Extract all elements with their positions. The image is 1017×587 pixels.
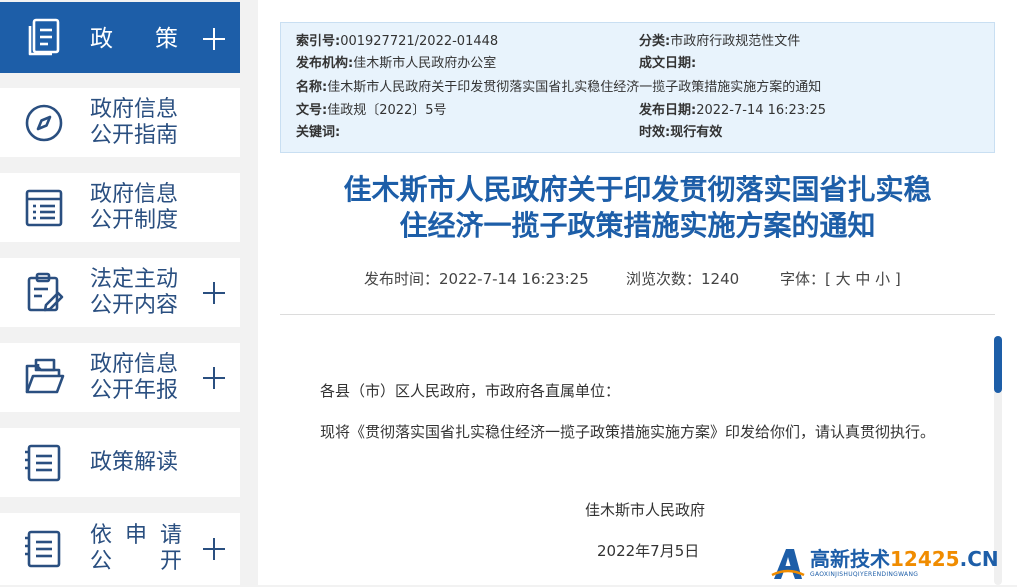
watermark-text: 高新技术12425.CN: [810, 547, 999, 571]
article-date: 2022年7月5日: [597, 542, 700, 560]
site-watermark: 高新技术12425.CN GAOXINJISHUQIYERENDINGWANG: [770, 545, 1015, 583]
watermark-subtext: GAOXINJISHUQIYERENDINGWANG: [810, 571, 919, 578]
divider: [280, 314, 995, 315]
sidebar-item-statutory-disclosure[interactable]: 法定主动 公开内容: [0, 258, 240, 327]
sidebar-item-label: 依 申 请 公 开: [90, 523, 182, 574]
sidebar-item-disclosure-guide[interactable]: 政府信息 公开指南: [0, 88, 240, 157]
meta-doc-number: 文号:佳政规〔2022〕5号: [296, 103, 447, 118]
sidebar-item-policy[interactable]: 政 策: [0, 2, 240, 73]
meta-category: 分类:市政府行政规范性文件: [639, 34, 801, 49]
sidebar-item-disclosure-system[interactable]: 政府信息 公开制度: [0, 173, 240, 242]
expand-plus-icon[interactable]: [203, 282, 225, 304]
publish-time: 发布时间：2022-7-14 16:23:25: [364, 270, 589, 288]
meta-name: 名称:佳木斯市人民政府关于印发贯彻落实国省扎实稳住经济一揽子政策措施实施方案的通…: [296, 80, 822, 95]
sidebar-item-annual-report[interactable]: 政府信息 公开年报: [0, 343, 240, 412]
article-paragraph: 现将《贯彻落实国省扎实稳住经济一揽子政策措施实施方案》印发给你们，请认真贯彻执行…: [320, 423, 936, 441]
meta-publish-date: 发布日期:2022-7-14 16:23:25: [639, 103, 826, 118]
font-size-selector[interactable]: 字体：[ 大 中 小 ]: [780, 268, 901, 290]
expand-plus-icon[interactable]: [203, 367, 225, 389]
compass-icon: [22, 101, 66, 145]
sidebar-item-label: 政府信息 公开制度: [90, 182, 179, 233]
sidebar-nav: 政 策 政府信息 公开指南 政府信息 公开制度 法定主动 公开内容 政府信息 公…: [0, 0, 240, 585]
watermark-logo-icon: [770, 545, 806, 583]
meta-created-date: 成文日期:: [639, 56, 697, 71]
meta-validity: 时效:现行有效: [639, 125, 723, 140]
list-document-icon: [22, 186, 66, 230]
article-info-bar: 发布时间：2022-7-14 16:23:25 浏览次数：1240 字体：[ 大…: [280, 268, 995, 290]
folder-icon: [22, 356, 66, 400]
scrollbar-thumb[interactable]: [994, 336, 1002, 393]
meta-index: 索引号:001927721/2022-01448: [296, 34, 499, 49]
sidebar-item-label: 政策解读: [90, 450, 179, 475]
content-panel: 索引号:001927721/2022-01448 分类:市政府行政规范性文件 发…: [258, 0, 1017, 585]
notes-icon: [22, 441, 66, 485]
view-count: 浏览次数：1240: [626, 270, 740, 288]
sidebar-item-label: 法定主动 公开内容: [90, 267, 179, 318]
sidebar-item-policy-interpretation[interactable]: 政策解读: [0, 428, 240, 497]
sidebar-item-label: 政府信息 公开指南: [90, 97, 179, 148]
expand-plus-icon[interactable]: [203, 28, 225, 50]
meta-publisher: 发布机构:佳木斯市人民政府办公室: [296, 56, 497, 71]
clipboard-edit-icon: [22, 271, 66, 315]
page-title: 佳木斯市人民政府关于印发贯彻落实国省扎实稳 住经济一揽子政策措施实施方案的通知: [343, 173, 932, 242]
expand-plus-icon[interactable]: [203, 538, 225, 560]
notes-icon: [22, 527, 66, 571]
sidebar-item-on-request-disclosure[interactable]: 依 申 请 公 开: [0, 513, 240, 585]
article-salutation: 各县（市）区人民政府，市政府各直属单位：: [320, 382, 621, 400]
sidebar-item-label: 政府信息 公开年报: [90, 352, 179, 403]
document-stack-icon: [22, 16, 66, 60]
document-metadata: 索引号:001927721/2022-01448 分类:市政府行政规范性文件 发…: [280, 22, 995, 153]
meta-keywords: 关键词:: [296, 125, 341, 140]
article-signature: 佳木斯市人民政府: [585, 501, 706, 519]
sidebar-item-label: 政 策: [90, 26, 178, 52]
